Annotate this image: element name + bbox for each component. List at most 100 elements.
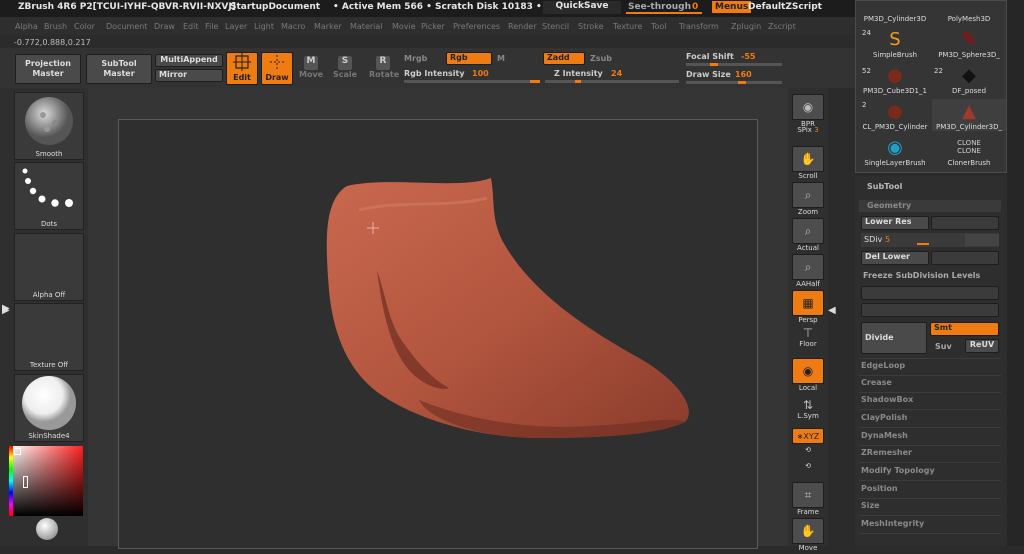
zremesher-section[interactable]: ZRemesher	[861, 448, 912, 457]
zsub-button[interactable]: Zsub	[590, 54, 612, 63]
tool-item[interactable]: ✎ PM3D_Sphere3D_	[932, 27, 1006, 60]
edgeloop-section[interactable]: EdgeLoop	[861, 361, 905, 370]
floor-button[interactable]: ⊤ Floor	[792, 326, 824, 348]
sdiv-slider[interactable]: SDiv 5	[861, 233, 999, 247]
color-picker-cursor[interactable]	[23, 476, 28, 488]
draw-size-slider[interactable]	[686, 81, 782, 84]
spix-slider[interactable]: SPix 3	[792, 126, 824, 134]
edit-mode-button[interactable]: Edit	[226, 52, 258, 85]
menu-item[interactable]: Picker	[421, 22, 445, 31]
right-tray-arrow-icon[interactable]: ◀	[828, 305, 836, 316]
menu-item[interactable]: Layer	[225, 22, 247, 31]
xyz-button[interactable]: ∗XYZ	[792, 428, 824, 444]
tool-item[interactable]: PM3D_Cylinder3D	[858, 15, 932, 23]
menu-item[interactable]: Draw	[154, 22, 175, 31]
move-view-button[interactable]: ✋ Move	[792, 518, 824, 552]
tool-item[interactable]: ● PM3D_Cube3D1_1	[858, 63, 932, 96]
see-through-label[interactable]: See-through	[628, 2, 691, 12]
menu-item[interactable]: Tool	[651, 22, 667, 31]
lower-res-button[interactable]: Lower Res	[861, 216, 929, 230]
menu-item[interactable]: Render	[508, 22, 536, 31]
rotate-free-icon[interactable]: ⟲	[792, 462, 824, 470]
menu-item[interactable]: Movie	[392, 22, 416, 31]
frame-button[interactable]: ⌗ Frame	[792, 482, 824, 516]
shadowbox-section[interactable]: ShadowBox	[861, 395, 913, 404]
zadd-button[interactable]: Zadd	[543, 52, 585, 65]
tool-item[interactable]: ◆ DF_posed	[932, 63, 1006, 96]
m-button[interactable]: M	[497, 54, 505, 63]
freeze-subdiv-button[interactable]: Freeze SubDivision Levels	[863, 271, 980, 280]
tool-item[interactable]: CLONE CLONE ClonerBrush	[932, 135, 1006, 167]
subtool-header[interactable]: SubTool	[867, 182, 902, 191]
menu-item[interactable]: Alpha	[15, 22, 38, 31]
del-lower-button[interactable]: Del Lower	[861, 251, 929, 265]
tool-item[interactable]: S SimpleBrush	[858, 27, 932, 60]
lsym-button[interactable]: ⇅ L.Sym	[792, 398, 824, 420]
claypolish-section[interactable]: ClayPolish	[861, 413, 907, 422]
scale-mode-button[interactable]: S Scale	[333, 56, 357, 79]
rgb-button[interactable]: Rgb	[446, 52, 492, 65]
actual-button[interactable]: ⌕ Actual	[792, 218, 824, 252]
document-canvas[interactable]	[118, 119, 758, 549]
menu-item[interactable]: Marker	[314, 22, 342, 31]
focal-shift-slider[interactable]	[686, 63, 782, 66]
local-button[interactable]: ◉ Local	[792, 358, 824, 392]
convert-bpr-button[interactable]	[861, 303, 999, 317]
texture-thumbnail[interactable]: Texture Off	[14, 303, 84, 371]
rgb-intensity-slider[interactable]	[404, 80, 540, 83]
sculpt-mesh[interactable]	[119, 120, 759, 550]
menus-toggle[interactable]: Menus	[712, 1, 752, 13]
menu-item[interactable]: Preferences	[453, 22, 500, 31]
size-section[interactable]: Size	[861, 501, 880, 510]
menu-item[interactable]: Color	[74, 22, 95, 31]
meshintegrity-section[interactable]: MeshIntegrity	[861, 519, 924, 528]
position-section[interactable]: Position	[861, 484, 898, 493]
persp-button[interactable]: ▦ Persp	[792, 290, 824, 324]
menu-item[interactable]: Zscript	[768, 22, 796, 31]
rotate-axis-icon[interactable]: ⟲	[792, 446, 824, 454]
crease-section[interactable]: Crease	[861, 378, 892, 387]
menu-item[interactable]: Stroke	[578, 22, 604, 31]
move-mode-button[interactable]: M Move	[299, 56, 323, 79]
reuv-button[interactable]: ReUV	[965, 339, 999, 353]
mrgb-button[interactable]: Mrgb	[404, 54, 427, 63]
default-zscript-button[interactable]: DefaultZScript	[748, 2, 822, 12]
scroll-button[interactable]: ✋ Scroll	[792, 146, 824, 180]
aahalf-button[interactable]: ⌕ AAHalf	[792, 254, 824, 288]
menu-item[interactable]: Zplugin	[731, 22, 761, 31]
del-higher-button[interactable]	[931, 251, 999, 265]
quicksave-button[interactable]: QuickSave	[543, 1, 621, 14]
higher-res-button[interactable]	[931, 216, 999, 230]
suv-toggle[interactable]: Suv	[935, 342, 952, 351]
tool-item[interactable]: ● CL_PM3D_Cylinder	[858, 99, 932, 132]
modify-topology-section[interactable]: Modify Topology	[861, 466, 935, 475]
menu-item[interactable]: Transform	[679, 22, 719, 31]
menu-item[interactable]: Stencil	[542, 22, 569, 31]
dynamesh-section[interactable]: DynaMesh	[861, 431, 908, 440]
menu-item[interactable]: Material	[350, 22, 383, 31]
menu-item[interactable]: Light	[254, 22, 274, 31]
primary-color-swatch[interactable]	[14, 448, 21, 455]
menu-item[interactable]: Edit	[183, 22, 199, 31]
reconstruct-subdiv-button[interactable]	[861, 286, 999, 300]
left-collapse-arrow-icon[interactable]: ▶	[2, 305, 10, 316]
menu-item[interactable]: Document	[106, 22, 147, 31]
menu-item[interactable]: Macro	[281, 22, 305, 31]
geometry-header[interactable]: Geometry	[859, 200, 1001, 212]
see-through-slider[interactable]	[626, 12, 702, 14]
multiappend-button[interactable]: MultiAppend	[155, 54, 223, 67]
projection-master-button[interactable]: Projection Master	[15, 54, 81, 84]
menu-item[interactable]: Texture	[613, 22, 642, 31]
divide-button[interactable]: Divide	[861, 322, 927, 354]
alpha-thumbnail[interactable]: Alpha Off	[14, 233, 84, 301]
tool-item[interactable]: ◉ SingleLayerBrush	[858, 135, 932, 168]
rotate-mode-button[interactable]: R Rotate	[369, 56, 399, 79]
stroke-thumbnail[interactable]: Dots	[14, 162, 84, 230]
mirror-button[interactable]: Mirror	[155, 69, 223, 82]
brush-thumbnail[interactable]: Smooth	[14, 92, 84, 160]
bpr-button[interactable]: ◉ BPR	[792, 94, 824, 128]
subtool-master-button[interactable]: SubTool Master	[86, 54, 152, 84]
material-thumbnail[interactable]: SkinShade4	[14, 374, 84, 442]
z-intensity-slider[interactable]	[545, 80, 679, 83]
tool-item-selected[interactable]: ▲ PM3D_Cylinder3D_	[932, 99, 1006, 131]
